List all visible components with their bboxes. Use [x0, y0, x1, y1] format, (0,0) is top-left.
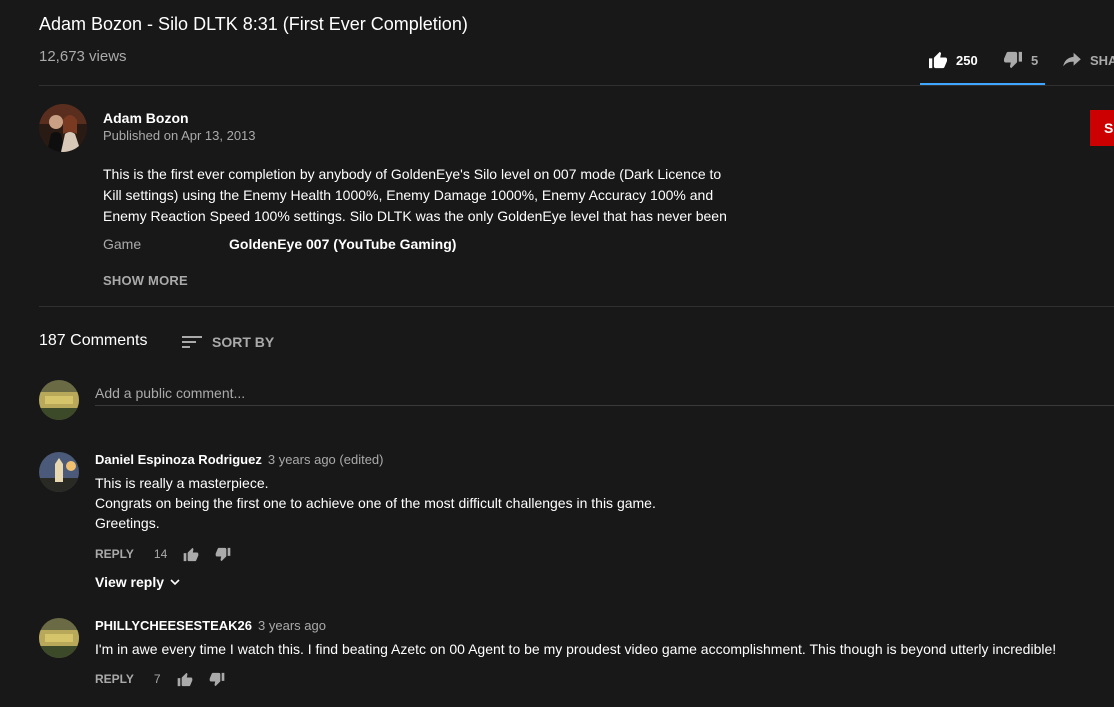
comment-actions: REPLY 7	[95, 669, 225, 689]
thumbs-up-icon[interactable]	[183, 547, 199, 562]
comment-author[interactable]: PHILLYCHEESESTEAK26	[95, 618, 252, 633]
share-label: SHARE	[1090, 52, 1114, 68]
dislike-count: 5	[1031, 52, 1039, 68]
dislike-button[interactable]: 5	[1003, 50, 1038, 70]
divider	[39, 85, 1114, 86]
comment-line: This is really a masterpiece.	[95, 475, 269, 491]
video-title: Adam Bozon - Silo DLTK 8:31 (First Ever …	[39, 14, 468, 34]
view-replies-label: View reply	[95, 574, 165, 590]
commenter-avatar[interactable]	[39, 618, 79, 658]
description-line: Kill settings) using the Enemy Health 10…	[103, 187, 714, 203]
comment-like-count: 7	[153, 672, 161, 686]
sort-icon	[182, 334, 202, 350]
divider	[39, 306, 1114, 307]
thumbs-down-icon	[1003, 51, 1023, 69]
comment-header: Daniel Espinoza Rodriguez 3 years ago (e…	[95, 452, 383, 467]
metadata-key: Game	[103, 236, 142, 252]
reply-button[interactable]: REPLY	[95, 672, 134, 686]
comment-header: PHILLYCHEESESTEAK26 3 years ago	[95, 618, 326, 633]
thumbs-up-icon[interactable]	[177, 672, 193, 687]
sort-by-button[interactable]: SORT BY	[182, 332, 274, 352]
add-comment-input[interactable]	[95, 381, 1114, 406]
channel-name[interactable]: Adam Bozon	[103, 110, 189, 126]
reply-button[interactable]: REPLY	[95, 547, 134, 561]
comment-time[interactable]: 3 years ago	[258, 618, 326, 633]
commenter-avatar[interactable]	[39, 452, 79, 492]
view-replies-button[interactable]: View reply	[95, 574, 180, 590]
comment-actions: REPLY 14	[95, 544, 231, 564]
thumbs-down-icon[interactable]	[215, 547, 231, 562]
like-count: 250	[956, 52, 978, 68]
comment-line: I'm in awe every time I watch this. I fi…	[95, 641, 1057, 657]
comment-line: Congrats on being the first one to achie…	[95, 495, 656, 511]
sort-label: SORT BY	[212, 334, 275, 350]
comment-like-count: 14	[153, 547, 168, 561]
like-button[interactable]: 250	[928, 50, 978, 70]
user-avatar	[39, 380, 79, 420]
subscribe-button[interactable]: S	[1090, 110, 1114, 146]
share-icon	[1062, 52, 1082, 68]
view-count: 12,673 views	[39, 48, 127, 65]
comment-text: I'm in awe every time I watch this. I fi…	[95, 639, 1056, 659]
game-link[interactable]: GoldenEye 007 (YouTube Gaming)	[229, 236, 456, 252]
description-line: This is the first ever completion by any…	[103, 166, 722, 182]
comment-text: This is really a masterpiece. Congrats o…	[95, 473, 656, 533]
publish-date: Published on Apr 13, 2013	[103, 128, 256, 143]
chevron-down-icon	[170, 578, 180, 586]
comment-time[interactable]: 3 years ago (edited)	[268, 452, 384, 467]
comment-line: Greetings.	[95, 515, 160, 531]
show-more-button[interactable]: SHOW MORE	[103, 273, 188, 288]
thumbs-up-icon	[928, 51, 948, 69]
description-line: Enemy Reaction Speed 100% settings. Silo…	[103, 208, 727, 224]
comment-count: 187 Comments	[39, 332, 148, 349]
channel-avatar[interactable]	[39, 104, 87, 152]
comment-author[interactable]: Daniel Espinoza Rodriguez	[95, 452, 262, 467]
video-description: This is the first ever completion by any…	[103, 164, 743, 227]
thumbs-down-icon[interactable]	[209, 672, 225, 687]
share-button[interactable]: SHARE	[1062, 50, 1114, 70]
